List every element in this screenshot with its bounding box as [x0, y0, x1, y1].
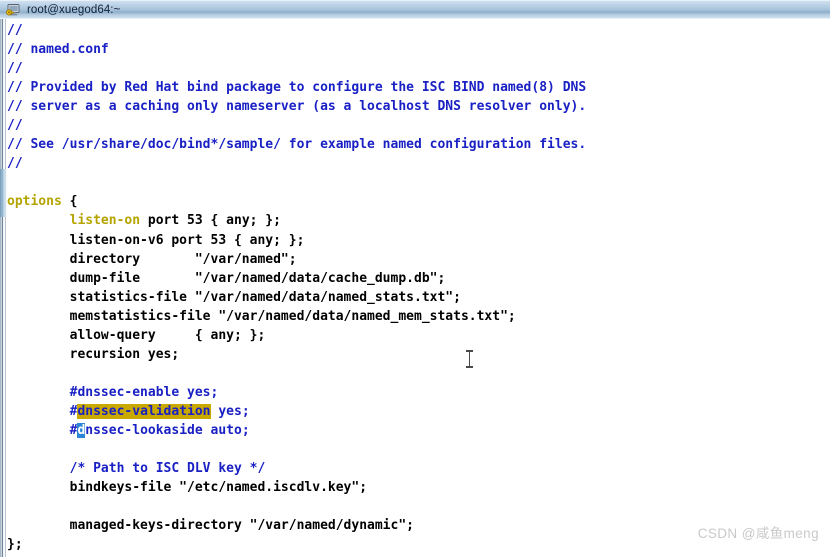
terminal-line: /* Path to ISC DLV key */ [7, 459, 830, 478]
terminal-line: recursion yes; [7, 345, 830, 364]
terminal-text-span: #dnssec-enable yes; [7, 384, 219, 400]
terminal-line: listen-on port 53 { any; }; [7, 211, 830, 230]
terminal-line: // [7, 154, 830, 173]
terminal-text-span: bindkeys-file "/etc/named.iscdlv.key"; [7, 480, 368, 496]
terminal-text-span: listen-on [69, 213, 141, 229]
terminal-text-span: nssec-lookaside auto; [85, 422, 250, 438]
frame-highlight [0, 169, 7, 217]
terminal-viewport[interactable]: // // named.conf // // Provided by Red Hat … [0, 19, 830, 557]
terminal-text-span: // named.conf [7, 42, 109, 58]
terminal-text-span: managed-keys-directory "/var/named/dynam… [7, 518, 414, 534]
terminal-text-span: # [7, 403, 78, 419]
terminal-window: root@xuegod64:~ // // named.conf // // Prov… [0, 0, 830, 557]
terminal-line: memstatistics-file "/var/named/data/name… [7, 307, 830, 326]
window-left-frame [0, 19, 7, 557]
terminal-text-span: // [7, 118, 23, 134]
terminal-line: // [7, 21, 830, 40]
terminal-line: options { [7, 192, 830, 211]
terminal-text-span: memstatistics-file "/var/named/data/name… [7, 308, 516, 324]
terminal-text-span: allow-query { any; }; [7, 327, 266, 343]
window-title: root@xuegod64:~ [27, 4, 121, 16]
terminal-text-span: // [7, 23, 23, 38]
terminal-text-span: // See /usr/share/doc/bind*/sample/ for … [7, 137, 587, 153]
terminal-text-span: // [7, 61, 23, 77]
terminal-line: // Provided by Red Hat bind package to c… [7, 78, 830, 97]
frame-line-outer [2, 19, 3, 557]
terminal-text-span: // server as a caching only nameserver (… [7, 99, 587, 115]
terminal-text-span: recursion yes; [7, 346, 180, 362]
terminal-text-span: /* Path to ISC DLV key */ [69, 461, 266, 477]
terminal-line: // See /usr/share/doc/bind*/sample/ for … [7, 135, 830, 154]
terminal-line: #dnssec-enable yes; [7, 383, 830, 402]
terminal-text-span: statistics-file "/var/named/data/named_s… [7, 289, 461, 305]
putty-terminal-icon [5, 2, 21, 18]
terminal-line: listen-on-v6 port 53 { any; }; [7, 231, 830, 250]
terminal-text-span: { [61, 194, 78, 210]
terminal-text-span: # [7, 422, 78, 438]
terminal-line: statistics-file "/var/named/data/named_s… [7, 288, 830, 307]
terminal-text-span: yes; [210, 403, 250, 419]
terminal-text-span: // [7, 156, 23, 172]
terminal-text-span: options [7, 194, 62, 210]
terminal-line: // server as a caching only nameserver (… [7, 97, 830, 116]
screenshot-root: root@xuegod64:~ // // named.conf // // Prov… [0, 0, 830, 557]
frame-line-inner [5, 19, 6, 557]
terminal-text-span: directory "/var/named"; [7, 251, 297, 267]
terminal-line: bindkeys-file "/etc/named.iscdlv.key"; [7, 478, 830, 497]
terminal-text-span: dump-file "/var/named/data/cache_dump.db… [7, 270, 446, 286]
csdn-watermark: CSDN @咸鱼meng [697, 526, 819, 541]
terminal-text-span [7, 461, 70, 476]
terminal-line: directory "/var/named"; [7, 250, 830, 269]
search-highlight: dnssec-validation [77, 403, 211, 419]
terminal-text-span: listen-on-v6 port 53 { any; }; [7, 232, 305, 248]
terminal-text-span [7, 213, 70, 228]
terminal-line: dump-file "/var/named/data/cache_dump.db… [7, 269, 830, 288]
terminal-line: // [7, 116, 830, 135]
terminal-line: // named.conf [7, 40, 830, 59]
terminal-line: #dnssec-lookaside auto; [7, 421, 830, 440]
terminal-line: #dnssec-validation yes; [7, 402, 830, 421]
terminal-text-span: port 53 { any; }; [140, 213, 281, 229]
terminal-line: // [7, 59, 830, 78]
window-titlebar[interactable]: root@xuegod64:~ [0, 0, 830, 19]
terminal-text-span: }; [7, 537, 23, 553]
terminal-line: allow-query { any; }; [7, 326, 830, 345]
terminal-text-span: // Provided by Red Hat bind package to c… [7, 80, 587, 96]
terminal-text-area[interactable]: // // named.conf // // Provided by Red Hat … [7, 19, 830, 557]
